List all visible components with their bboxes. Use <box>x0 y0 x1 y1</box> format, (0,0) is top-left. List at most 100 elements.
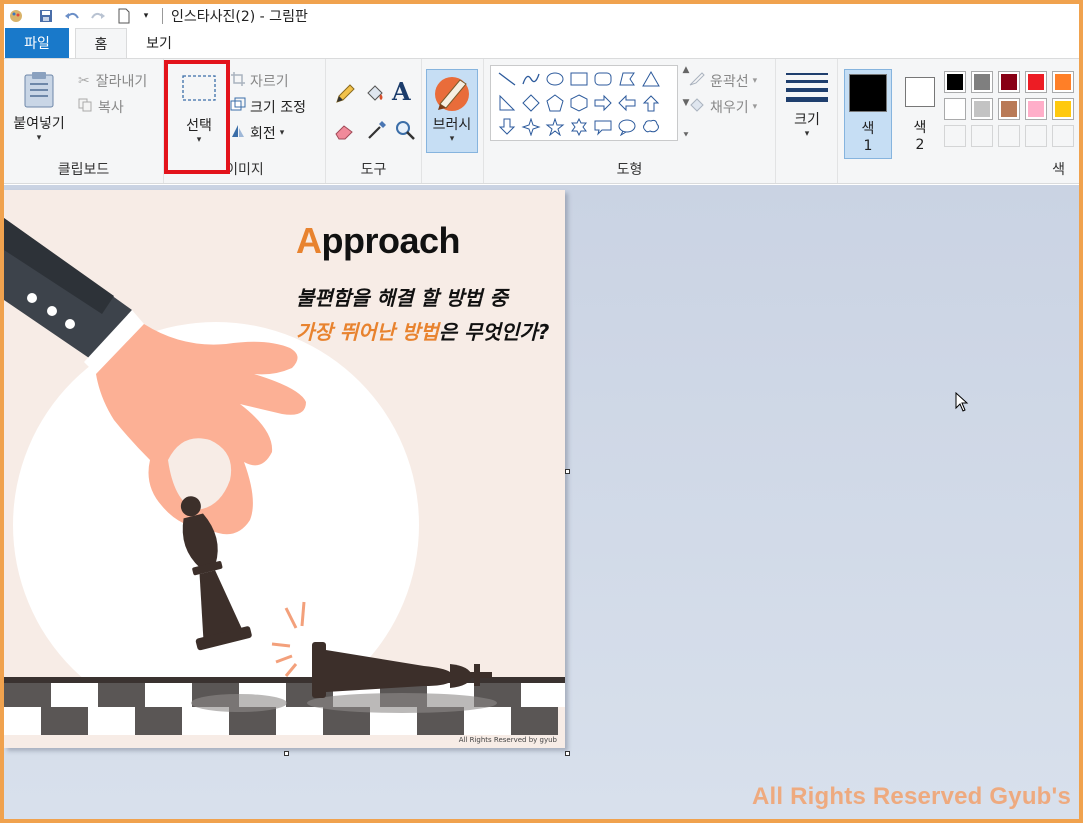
palette-swatch[interactable] <box>944 98 966 120</box>
rotate-button[interactable]: 회전 ▾ <box>230 123 284 143</box>
save-icon[interactable] <box>38 8 54 24</box>
palette-swatch[interactable] <box>1052 125 1074 147</box>
fill-button[interactable]: 채우기 ▾ <box>688 97 757 117</box>
outline-button[interactable]: 윤곽선 ▾ <box>688 71 757 91</box>
fill-dropdown-icon[interactable]: ▾ <box>753 102 758 112</box>
palette-swatch[interactable] <box>971 125 993 147</box>
palette-swatch[interactable] <box>1025 98 1047 120</box>
paste-button[interactable]: 붙여넣기 ▾ <box>6 71 72 143</box>
triangle-shape-icon[interactable] <box>639 67 663 91</box>
line-shape-icon[interactable] <box>495 67 519 91</box>
customize-dropdown-icon[interactable]: ▾ <box>138 8 154 24</box>
board-square <box>4 707 41 735</box>
palette-swatch[interactable] <box>1025 125 1047 147</box>
palette-swatch[interactable] <box>1025 71 1047 93</box>
palette-swatch[interactable] <box>1052 98 1074 120</box>
diamond-shape-icon[interactable] <box>519 91 543 115</box>
cloud-callout-shape-icon[interactable] <box>639 115 663 139</box>
image-line-1: 불편함을 해결 할 방법 중 <box>296 286 508 310</box>
rectangle-shape-icon[interactable] <box>567 67 591 91</box>
tab-file[interactable]: 파일 <box>5 28 69 58</box>
cut-button[interactable]: ✂ 잘라내기 <box>78 71 147 91</box>
gallery-expand-icon[interactable]: ⯆ <box>682 131 689 141</box>
paint-app-icon[interactable] <box>8 8 24 24</box>
shapes-gallery <box>490 65 678 141</box>
palette-swatch[interactable] <box>998 98 1020 120</box>
fill-bucket-icon[interactable] <box>364 83 386 109</box>
text-tool-icon[interactable]: A <box>392 77 411 106</box>
tools-group-label: 도구 <box>360 162 387 178</box>
polygon-shape-icon[interactable] <box>615 67 639 91</box>
outline-icon <box>688 71 706 91</box>
outline-dropdown-icon[interactable]: ▾ <box>753 76 758 86</box>
paste-label: 붙여넣기 <box>13 116 65 132</box>
down-arrow-shape-icon[interactable] <box>495 115 519 139</box>
palette-swatch-color <box>1001 101 1017 117</box>
size-label: 크기 <box>794 112 820 128</box>
hexagon-shape-icon[interactable] <box>567 91 591 115</box>
curve-shape-icon[interactable] <box>519 67 543 91</box>
palette-swatch-color <box>1055 74 1071 90</box>
four-point-star-shape-icon[interactable] <box>519 115 543 139</box>
color-picker-icon[interactable] <box>366 119 388 145</box>
palette-swatch-color <box>974 74 990 90</box>
new-doc-icon[interactable] <box>116 8 132 24</box>
palette-swatch[interactable] <box>1052 71 1074 93</box>
left-arrow-shape-icon[interactable] <box>615 91 639 115</box>
size-dropdown-icon[interactable]: ▾ <box>782 129 832 139</box>
color1-label: 색 <box>861 121 875 137</box>
brushes-button[interactable]: 브러시 ▾ <box>426 69 478 153</box>
paste-dropdown-icon[interactable]: ▾ <box>6 133 72 143</box>
up-arrow-shape-icon[interactable] <box>639 91 663 115</box>
color2-button[interactable]: 색 2 <box>898 69 942 159</box>
palette-swatch[interactable] <box>998 71 1020 93</box>
magnifier-icon[interactable] <box>394 119 416 145</box>
image-copyright: All Rights Reserved by gyub <box>458 736 557 744</box>
tab-view[interactable]: 보기 <box>127 28 191 58</box>
color1-number: 1 <box>863 138 873 154</box>
resize-icon <box>230 97 246 117</box>
five-point-star-shape-icon[interactable] <box>543 115 567 139</box>
resize-button[interactable]: 크기 조정 <box>230 97 306 117</box>
board-square <box>98 683 145 707</box>
pentagon-shape-icon[interactable] <box>543 91 567 115</box>
palette-swatch[interactable] <box>944 125 966 147</box>
redo-icon[interactable] <box>90 8 106 24</box>
rounded-callout-shape-icon[interactable] <box>591 115 615 139</box>
palette-swatch-color <box>1055 101 1071 117</box>
crop-button[interactable]: 자르기 <box>230 71 289 91</box>
undo-icon[interactable] <box>64 8 80 24</box>
brush-icon <box>435 77 469 111</box>
palette-swatch[interactable] <box>998 125 1020 147</box>
outline-label: 윤곽선 <box>710 74 749 90</box>
resize-handle-right[interactable] <box>565 469 570 474</box>
ribbon-tabs: 파일 홈 보기 <box>4 28 1079 58</box>
canvas-area[interactable]: Approach 불편함을 해결 할 방법 중 가장 뛰어난 방법은 무엇인가?… <box>4 185 1079 819</box>
size-button[interactable]: 크기 ▾ <box>782 71 832 139</box>
resize-handle-bottom[interactable] <box>284 751 289 756</box>
watermark-text: All Rights Reserved Gyub's <box>752 783 1071 810</box>
resize-handle-corner[interactable] <box>565 751 570 756</box>
image-canvas[interactable]: Approach 불편함을 해결 할 방법 중 가장 뛰어난 방법은 무엇인가?… <box>4 190 565 748</box>
right-triangle-shape-icon[interactable] <box>495 91 519 115</box>
oval-shape-icon[interactable] <box>543 67 567 91</box>
palette-swatch[interactable] <box>971 71 993 93</box>
tab-home[interactable]: 홈 <box>75 28 127 58</box>
right-arrow-shape-icon[interactable] <box>591 91 615 115</box>
oval-callout-shape-icon[interactable] <box>615 115 639 139</box>
brushes-dropdown-icon[interactable]: ▾ <box>427 134 477 144</box>
copy-button[interactable]: 복사 <box>78 97 124 117</box>
resize-label: 크기 조정 <box>250 100 306 116</box>
color1-button[interactable]: 색 1 <box>844 69 892 159</box>
image-heading: Approach <box>296 220 461 262</box>
palette-swatch[interactable] <box>944 71 966 93</box>
eraser-icon[interactable] <box>334 119 356 145</box>
palette-swatch-color <box>1001 74 1017 90</box>
board-square <box>521 683 565 707</box>
pencil-icon[interactable] <box>334 83 356 109</box>
palette-swatch-color <box>947 101 963 117</box>
six-point-star-shape-icon[interactable] <box>567 115 591 139</box>
rotate-dropdown-icon[interactable]: ▾ <box>280 128 285 138</box>
palette-swatch[interactable] <box>971 98 993 120</box>
rounded-rectangle-shape-icon[interactable] <box>591 67 615 91</box>
